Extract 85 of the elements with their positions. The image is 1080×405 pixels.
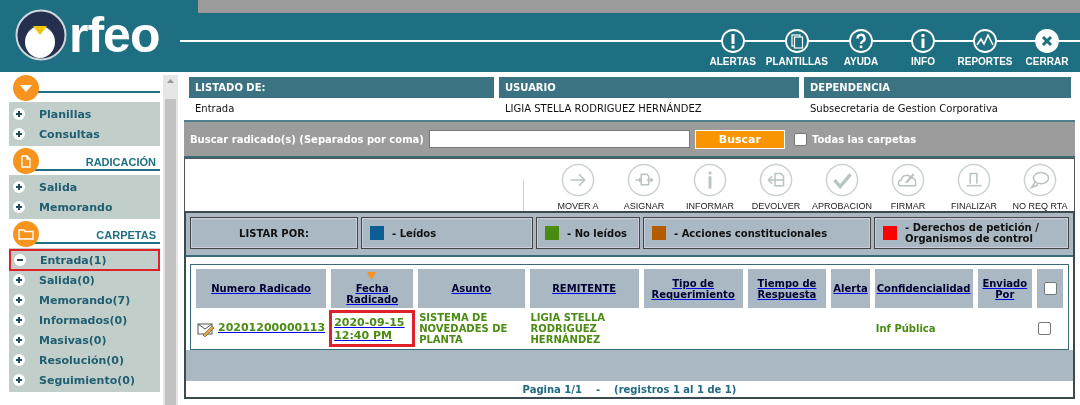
- page-indicator: Pagina 1/1: [522, 383, 582, 395]
- action-button[interactable]: ASIGNAR: [616, 163, 672, 211]
- penguin-logo-icon: [15, 9, 67, 61]
- plus-icon: [13, 294, 25, 306]
- info-value: Subsecretaria de Gestion Corporativa: [809, 102, 999, 116]
- sort-link[interactable]: Alerta: [833, 283, 868, 294]
- document-icon: [13, 147, 39, 174]
- search-label: Buscar radicado(s) (Separados por coma): [190, 133, 424, 145]
- column-header: USUARIO: [499, 77, 799, 98]
- caret-down-icon: [13, 74, 39, 101]
- plus-icon: [13, 374, 25, 386]
- column-header: DEPENDENCIA: [804, 77, 1071, 98]
- sidebar-item[interactable]: Salida(0): [9, 270, 160, 290]
- help-icon: [849, 29, 873, 53]
- table-cell: Inf Pública: [875, 323, 936, 334]
- record-count: (registros 1 al 1 de 1): [614, 383, 737, 395]
- search-field[interactable]: [428, 130, 690, 148]
- legend-label: - Leídos: [392, 227, 437, 239]
- sort-link[interactable]: Confidencialidad: [876, 283, 971, 294]
- checkbox-label: Todas las carpetas: [811, 133, 917, 145]
- nav-button[interactable]: ALERTAS: [703, 29, 762, 67]
- plus-icon: [13, 334, 25, 346]
- minus-icon: [14, 254, 26, 266]
- sort-link[interactable]: Fecha Radicado: [333, 283, 412, 305]
- nav-button[interactable]: INFO: [894, 29, 952, 67]
- legend-title: LISTAR POR:: [190, 217, 358, 249]
- plus-icon: [13, 274, 25, 286]
- select-all-checkbox[interactable]: [1043, 282, 1057, 295]
- row-checkbox[interactable]: [1038, 322, 1051, 335]
- table-cell: LIGIA STELLA RODRIGUEZ HERNÁNDEZ: [530, 312, 606, 345]
- nav-button[interactable]: REPORTES: [956, 29, 1014, 67]
- legend-label: - Acciones constitucionales: [674, 227, 828, 239]
- action-button[interactable]: FIRMAR: [880, 163, 936, 211]
- sidebar-item[interactable]: Planillas: [9, 104, 160, 124]
- date-link[interactable]: 2020-09-15 12:40 PM: [334, 315, 411, 342]
- plus-icon: [13, 181, 25, 193]
- plus-icon: [13, 314, 25, 326]
- sidebar-item[interactable]: Memorando: [9, 197, 160, 217]
- sort-link[interactable]: Tipo de Requerimiento: [645, 277, 741, 300]
- legend-label: - Derechos de petición / Organismos de control: [905, 222, 1040, 244]
- scrollbar[interactable]: [163, 75, 178, 405]
- legend-label: - No leídos: [567, 227, 627, 239]
- sidebar-item[interactable]: Informados(0): [9, 310, 160, 330]
- sort-link[interactable]: Asunto: [451, 283, 492, 294]
- plus-icon: [13, 128, 25, 140]
- envelope-pen-icon: [197, 320, 215, 337]
- logo-text: rfeo: [69, 10, 160, 60]
- sidebar-item[interactable]: Seguimiento(0): [9, 370, 160, 390]
- nav-button[interactable]: CERRAR: [1018, 29, 1076, 67]
- sidebar-item[interactable]: Consultas: [9, 124, 160, 144]
- action-button[interactable]: FINALIZAR: [946, 163, 1002, 211]
- action-button[interactable]: MOVER A: [550, 163, 606, 211]
- plus-icon: [13, 201, 25, 213]
- separator-text: -: [595, 383, 601, 395]
- sidebar-item[interactable]: Memorando(7): [9, 290, 160, 310]
- templates-icon: [784, 29, 809, 53]
- plus-icon: [13, 354, 25, 366]
- info-value: Entrada: [194, 102, 236, 116]
- folder-icon: [13, 220, 39, 247]
- action-button[interactable]: INFORMAR: [682, 163, 738, 211]
- nav-button[interactable]: AYUDA: [832, 29, 890, 67]
- sort-link[interactable]: Numero Radicado: [211, 283, 311, 294]
- alert-icon: [720, 29, 745, 53]
- chart-icon: [973, 29, 997, 53]
- action-button[interactable]: DEVOLVER: [748, 163, 804, 211]
- action-button[interactable]: APROBACION: [814, 163, 870, 211]
- info-value: LIGIA STELLA RODRIGUEZ HERNÁNDEZ: [504, 101, 703, 116]
- info-icon: [911, 29, 935, 53]
- sidebar-item[interactable]: Resolución(0): [9, 350, 160, 370]
- sidebar-item[interactable]: Entrada(1): [10, 250, 159, 270]
- sidebar-item[interactable]: Salida: [9, 177, 160, 197]
- sort-link[interactable]: REMITENTE: [552, 283, 617, 294]
- sort-link[interactable]: Tiempo de Respuesta: [749, 277, 825, 300]
- section-title: CARPETAS: [35, 229, 160, 244]
- plus-icon: [13, 108, 25, 120]
- record-number-link[interactable]: 20201200000113: [218, 320, 326, 334]
- nav-button[interactable]: PLANTILLAS: [765, 29, 828, 67]
- checkbox[interactable]: [793, 132, 807, 146]
- column-header: LISTADO DE:: [189, 77, 494, 98]
- sort-link[interactable]: Enviado Por: [979, 277, 1030, 300]
- close-icon: [1035, 29, 1059, 53]
- section-title: RADICACIÓN: [35, 156, 160, 171]
- table-cell: SISTEMA DE NOVEDADES DE PLANTA: [419, 312, 508, 345]
- sidebar-item[interactable]: Masivas(0): [9, 330, 160, 350]
- action-button[interactable]: NO REQ RTA: [1012, 163, 1068, 211]
